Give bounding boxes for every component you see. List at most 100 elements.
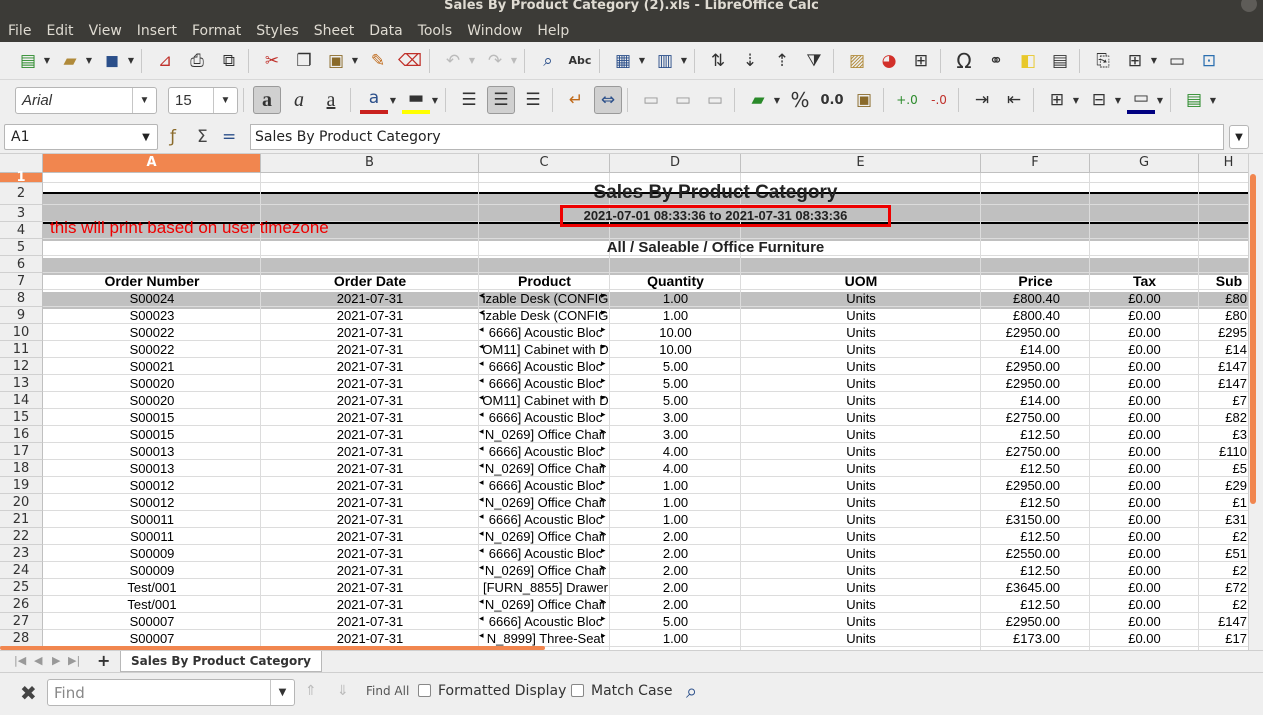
table-cell[interactable]: £12.50 — [981, 562, 1060, 579]
table-cell[interactable]: S00007 — [43, 613, 261, 630]
menu-edit[interactable]: Edit — [46, 23, 73, 39]
formula-input[interactable]: Sales By Product Category — [250, 124, 1224, 150]
table-cell[interactable]: 2021-07-31 — [261, 579, 479, 596]
table-cell[interactable]: S00015 — [43, 409, 261, 426]
table-cell[interactable]: £0.00 — [1090, 545, 1199, 562]
table-cell[interactable]: £17 — [1199, 630, 1247, 647]
table-cell[interactable]: 1.00 — [610, 630, 741, 647]
table-cell[interactable]: £2550.00 — [981, 545, 1060, 562]
freeze-rows-columns-icon[interactable]: ⊞ — [1121, 47, 1149, 75]
table-cell[interactable]: 6666] Acoustic Bloc — [482, 324, 609, 341]
table-cell[interactable]: 2021-07-31 — [261, 545, 479, 562]
table-cell[interactable]: £0.00 — [1090, 596, 1199, 613]
borders-icon[interactable]: ⊞ — [1043, 86, 1071, 114]
row-header-7[interactable]: 7 — [0, 273, 43, 290]
chevron-down-icon[interactable]: ▼ — [270, 680, 294, 705]
print-icon[interactable]: ⎙ — [183, 47, 211, 75]
table-cell[interactable]: 2021-07-31 — [261, 443, 479, 460]
table-cell[interactable]: S00007 — [43, 630, 261, 647]
table-cell[interactable]: £72 — [1199, 579, 1247, 596]
function-wizard-icon[interactable]: ƒ — [170, 127, 176, 147]
paste-icon[interactable]: ▣ — [322, 47, 350, 75]
table-cell[interactable]: £29 — [1199, 477, 1247, 494]
insert-chart-icon[interactable]: ◕ — [875, 47, 903, 75]
date-format-icon[interactable]: ▣ — [850, 86, 878, 114]
column-header-b[interactable]: B — [261, 154, 479, 173]
table-cell[interactable]: 10.00 — [610, 324, 741, 341]
table-cell[interactable]: £0.00 — [1090, 409, 1199, 426]
table-cell[interactable]: 10.00 — [610, 341, 741, 358]
currency-format-icon[interactable]: ▰ — [744, 86, 772, 114]
table-cell[interactable]: £0.00 — [1090, 477, 1199, 494]
table-cell[interactable]: S00009 — [43, 545, 261, 562]
table-cell[interactable]: 6666] Acoustic Bloc — [482, 443, 609, 460]
center-vertically-icon[interactable]: ▭ — [669, 86, 697, 114]
find-replace-icon[interactable]: ⌕ — [534, 47, 562, 75]
table-cell[interactable]: £2950.00 — [981, 358, 1060, 375]
row-header-17[interactable]: 17 — [0, 443, 43, 460]
table-cell[interactable]: 4.00 — [610, 443, 741, 460]
merge-center-icon[interactable]: ⇔ — [594, 86, 622, 114]
expand-formula-bar-icon[interactable]: ▼ — [1229, 125, 1249, 149]
table-cell[interactable]: 2021-07-31 — [261, 528, 479, 545]
table-cell[interactable]: 1.00 — [610, 477, 741, 494]
add-decimal-icon[interactable]: +.0 — [893, 86, 921, 114]
sort-icon[interactable]: ⇅ — [704, 47, 732, 75]
table-cell[interactable]: [FURN_8855] Drawer — [482, 579, 609, 596]
table-cell[interactable]: Test/001 — [43, 596, 261, 613]
table-cell[interactable]: Units — [741, 477, 981, 494]
table-cell[interactable]: Units — [741, 562, 981, 579]
table-cell[interactable]: S00015 — [43, 426, 261, 443]
export-pdf-icon[interactable]: ⊿ — [151, 47, 179, 75]
table-cell[interactable]: S00012 — [43, 494, 261, 511]
save-dropdown-icon[interactable]: ▼ — [126, 47, 136, 75]
vertical-scrollbar-thumb[interactable] — [1250, 174, 1256, 504]
table-cell[interactable]: 4.00 — [610, 460, 741, 477]
table-cell[interactable]: £110 — [1199, 443, 1247, 460]
table-cell[interactable]: Units — [741, 307, 981, 324]
row-dropdown-icon[interactable]: ▼ — [637, 47, 647, 75]
chevron-down-icon[interactable]: ▼ — [132, 87, 156, 113]
first-sheet-icon[interactable]: |◀ — [14, 654, 26, 667]
table-cell[interactable]: N_0269] Office Chair — [482, 460, 609, 477]
table-cell[interactable]: S00022 — [43, 341, 261, 358]
table-cell[interactable]: £82 — [1199, 409, 1247, 426]
find-previous-icon[interactable]: ⇑ — [305, 683, 317, 699]
table-cell[interactable]: Units — [741, 443, 981, 460]
table-cell[interactable]: Units — [741, 375, 981, 392]
table-cell[interactable]: Units — [741, 341, 981, 358]
table-cell[interactable]: 2021-07-31 — [261, 358, 479, 375]
row-header-16[interactable]: 16 — [0, 426, 43, 443]
header-cell[interactable]: Quantity — [610, 273, 741, 290]
table-cell[interactable]: £0.00 — [1090, 630, 1199, 647]
row-header-19[interactable]: 19 — [0, 477, 43, 494]
table-cell[interactable]: Units — [741, 290, 981, 307]
next-sheet-icon[interactable]: ▶ — [52, 654, 60, 667]
currency-dropdown-icon[interactable]: ▼ — [772, 86, 782, 114]
redo-icon[interactable]: ↷ — [481, 47, 509, 75]
table-cell[interactable]: Units — [741, 613, 981, 630]
find-input[interactable]: Find ▼ — [47, 679, 295, 706]
table-cell[interactable]: £5 — [1199, 460, 1247, 477]
sum-icon[interactable]: Σ — [197, 127, 208, 147]
close-window-icon[interactable] — [1241, 0, 1257, 12]
table-cell[interactable]: 6666] Acoustic Bloc — [482, 613, 609, 630]
table-cell[interactable]: £800.40 — [981, 290, 1060, 307]
clone-formatting-icon[interactable]: ✎ — [364, 47, 392, 75]
match-case-checkbox[interactable] — [571, 684, 584, 697]
column-header-a[interactable]: A — [43, 154, 261, 173]
row-header-14[interactable]: 14 — [0, 392, 43, 409]
define-print-area-icon[interactable]: ⎘ — [1089, 47, 1117, 75]
header-cell[interactable]: Product — [479, 273, 610, 290]
align-bottom-icon[interactable]: ▭ — [701, 86, 729, 114]
table-cell[interactable]: £2 — [1199, 528, 1247, 545]
column-icon[interactable]: ▥ — [651, 47, 679, 75]
header-cell[interactable]: Tax — [1090, 273, 1199, 290]
underline-icon[interactable]: a — [317, 86, 345, 114]
table-cell[interactable]: £0.00 — [1090, 290, 1199, 307]
row-header-10[interactable]: 10 — [0, 324, 43, 341]
sort-ascending-icon[interactable]: ⇡ — [768, 47, 796, 75]
table-cell[interactable]: 1.00 — [610, 307, 741, 324]
row-header-24[interactable]: 24 — [0, 562, 43, 579]
table-cell[interactable]: £147 — [1199, 375, 1247, 392]
